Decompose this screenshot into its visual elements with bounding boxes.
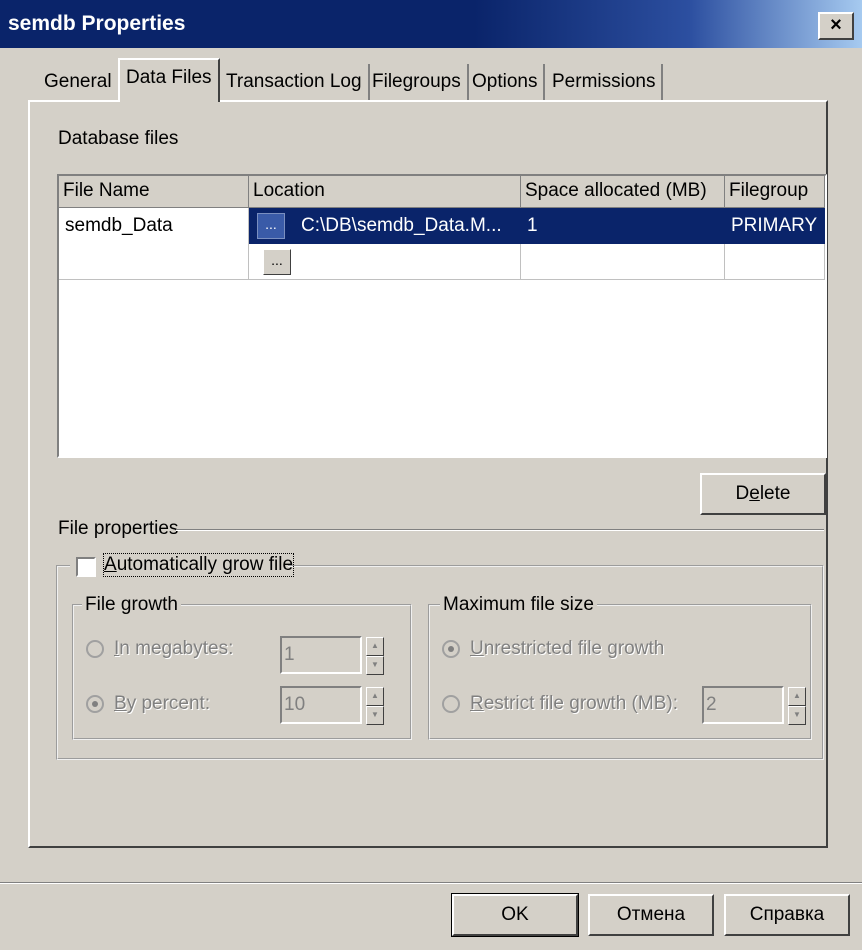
max-file-size-label: Maximum file size xyxy=(440,594,597,616)
tab-transaction-log[interactable]: Transaction Log xyxy=(220,64,370,102)
button-label: D xyxy=(735,483,750,504)
tab-label: Filegroups xyxy=(372,71,461,92)
cell-location[interactable]: C:\DB\semdb_Data.M... xyxy=(295,208,521,244)
footer-separator xyxy=(0,882,862,884)
cell-filegroup[interactable] xyxy=(725,244,825,280)
restrict-input[interactable]: 2 xyxy=(702,686,784,724)
tab-options[interactable]: Options xyxy=(466,64,546,102)
accelerator-key: R xyxy=(470,693,484,714)
spin-up-icon[interactable]: ▲ xyxy=(366,637,384,656)
column-header-location[interactable]: Location xyxy=(249,176,521,208)
database-files-label: Database files xyxy=(58,128,179,149)
column-header-filegroup[interactable]: Filegroup xyxy=(725,176,825,208)
cancel-button[interactable]: Отмена xyxy=(588,894,714,936)
spin-down-icon[interactable]: ▼ xyxy=(788,706,806,725)
ok-button[interactable]: OK xyxy=(451,893,579,937)
auto-grow-checkbox[interactable] xyxy=(76,557,96,577)
cell-space-allocated[interactable]: 1 xyxy=(521,208,725,244)
tab-label: Transaction Log xyxy=(226,71,362,92)
button-label: lete xyxy=(759,483,791,504)
spin-up-icon[interactable]: ▲ xyxy=(788,687,806,706)
radio-label-text: estrict file growth (MB): xyxy=(483,693,678,714)
spin-down-icon[interactable]: ▼ xyxy=(366,656,384,675)
tab-data-files[interactable]: Data Files xyxy=(118,58,220,102)
browse-button[interactable]: ... xyxy=(257,213,285,239)
megabytes-label[interactable]: In megabytes: xyxy=(114,638,233,660)
tab-label: Permissions xyxy=(552,71,656,92)
tab-label: General xyxy=(44,71,112,92)
properties-dialog: semdb Properties × General Data Files Tr… xyxy=(0,0,862,950)
table-row[interactable]: ... xyxy=(59,244,825,280)
unrestricted-label[interactable]: Unrestricted file growth xyxy=(470,638,664,660)
accelerator-key: e xyxy=(749,483,760,504)
megabytes-radio[interactable] xyxy=(86,640,104,658)
database-files-grid[interactable]: File Name Location Space allocated (MB) … xyxy=(57,174,827,458)
close-icon: × xyxy=(830,14,842,36)
auto-grow-header[interactable]: Automatically grow file xyxy=(70,553,295,578)
file-properties-label: File properties xyxy=(58,518,179,539)
checkbox-label-text: utomatically grow file xyxy=(116,554,294,575)
restrict-label[interactable]: Restrict file growth (MB): xyxy=(470,693,678,715)
unrestricted-radio[interactable] xyxy=(442,640,460,658)
separator xyxy=(176,529,824,531)
column-header-file-name[interactable]: File Name xyxy=(59,176,249,208)
spin-down-icon[interactable]: ▼ xyxy=(366,706,384,725)
percent-label[interactable]: By percent: xyxy=(114,693,210,715)
accelerator-key: U xyxy=(470,638,484,659)
radio-label-text: y percent: xyxy=(126,693,211,714)
restrict-radio[interactable] xyxy=(442,695,460,713)
title-bar[interactable]: semdb Properties × xyxy=(0,0,862,48)
accelerator-key: A xyxy=(104,554,117,575)
file-growth-label: File growth xyxy=(82,594,181,616)
tab-filegroups[interactable]: Filegroups xyxy=(366,64,469,102)
percent-input[interactable]: 10 xyxy=(280,686,362,724)
column-header-space-allocated[interactable]: Space allocated (MB) xyxy=(521,176,725,208)
cell-filegroup[interactable]: PRIMARY xyxy=(725,208,825,244)
cell-file-name[interactable] xyxy=(59,244,249,280)
accelerator-key: B xyxy=(114,693,127,714)
cell-file-name[interactable]: semdb_Data xyxy=(59,208,249,244)
tab-general[interactable]: General xyxy=(38,64,120,102)
radio-label-text: n megabytes: xyxy=(119,638,234,659)
help-button[interactable]: Справка xyxy=(724,894,850,936)
tab-label: Data Files xyxy=(126,67,212,88)
spin-up-icon[interactable]: ▲ xyxy=(366,687,384,706)
percent-radio[interactable] xyxy=(86,695,104,713)
table-row[interactable]: semdb_Data ... C:\DB\semdb_Data.M... 1 P… xyxy=(59,208,825,244)
tab-permissions[interactable]: Permissions xyxy=(546,64,664,102)
window-title: semdb Properties xyxy=(8,12,186,35)
browse-button[interactable]: ... xyxy=(263,249,291,275)
radio-label-text: nrestricted file growth xyxy=(483,638,665,659)
megabytes-input[interactable]: 1 xyxy=(280,636,362,674)
auto-grow-label[interactable]: Automatically grow file xyxy=(102,553,295,577)
delete-button[interactable]: Delete xyxy=(700,473,826,515)
close-button[interactable]: × xyxy=(818,12,854,40)
tab-label: Options xyxy=(472,71,538,92)
cell-space-allocated[interactable] xyxy=(521,244,725,280)
